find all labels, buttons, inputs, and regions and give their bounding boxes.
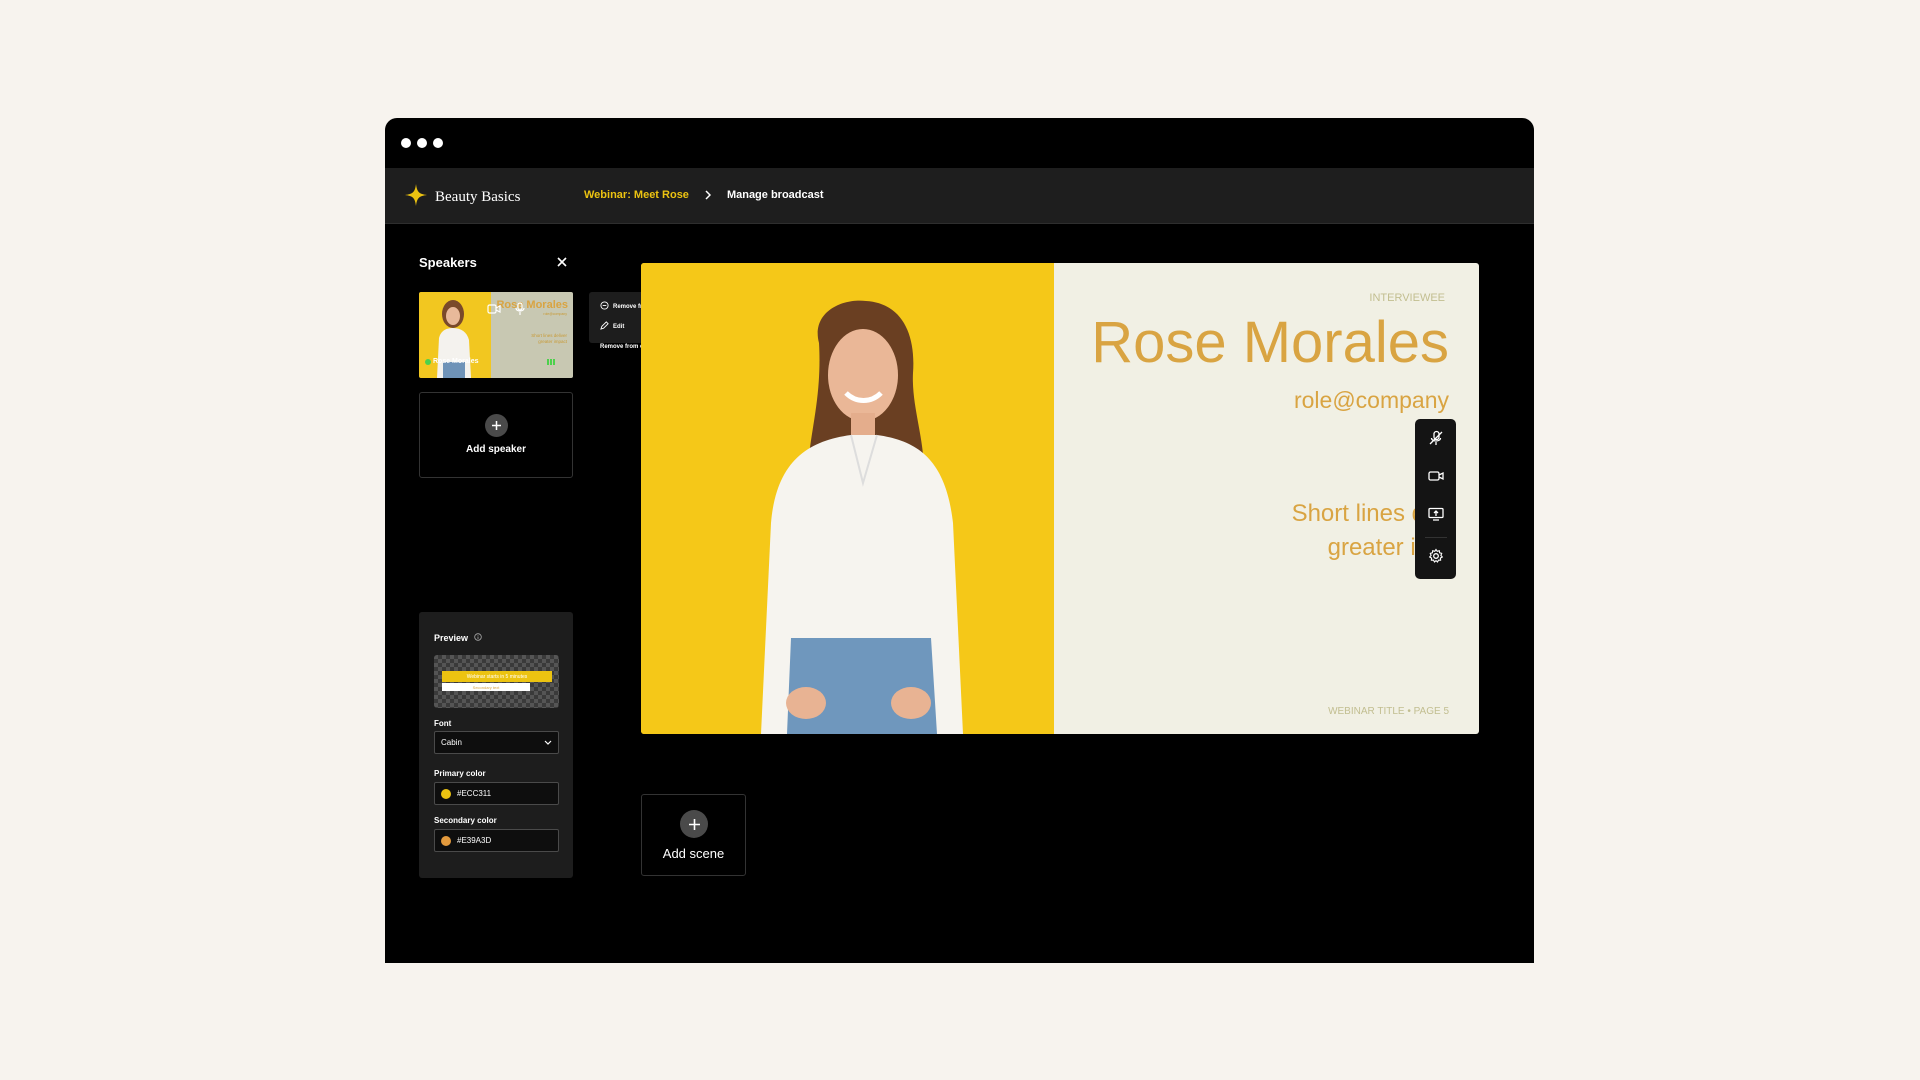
camera-icon[interactable] bbox=[487, 302, 501, 316]
secondary-color-label: Secondary color bbox=[434, 816, 497, 825]
primary-color-value: #ECC311 bbox=[457, 789, 492, 798]
toolbar-divider bbox=[1425, 537, 1447, 538]
window-control-dot[interactable] bbox=[417, 138, 427, 148]
preview-title: Preview bbox=[434, 633, 482, 643]
brand-logo-icon bbox=[405, 184, 427, 211]
font-select-value: Cabin bbox=[441, 738, 462, 747]
add-speaker-button[interactable]: Add speaker bbox=[419, 392, 573, 478]
speaker-photo bbox=[641, 263, 1054, 734]
scene-role: role@company bbox=[1293, 387, 1449, 413]
add-scene-button[interactable]: Add scene bbox=[641, 794, 746, 876]
audio-level-icon bbox=[547, 359, 555, 365]
pencil-icon bbox=[600, 321, 609, 332]
plus-icon bbox=[485, 414, 508, 437]
top-bar: Beauty Basics Webinar: Meet Rose Manage … bbox=[385, 168, 1534, 224]
brand[interactable]: Beauty Basics bbox=[405, 184, 520, 211]
speaker-thumbnail-card: Rose Morales role@company Short lines de… bbox=[491, 292, 573, 378]
preview-panel: Preview Webinar starts in 5 minutes Seco… bbox=[419, 612, 573, 878]
secondary-color-swatch[interactable] bbox=[441, 835, 451, 846]
preview-banner-primary: Webinar starts in 5 minutes bbox=[442, 671, 552, 682]
font-select[interactable]: Cabin bbox=[434, 731, 559, 754]
window-control-dot[interactable] bbox=[433, 138, 443, 148]
camera-icon[interactable] bbox=[1425, 465, 1447, 487]
scene-canvas[interactable]: INTERVIEWEE Rose Morales role@company Sh… bbox=[641, 263, 1479, 734]
add-scene-label: Add scene bbox=[662, 846, 725, 861]
speaker-thumbnail-photo bbox=[419, 292, 491, 378]
microphone-icon[interactable] bbox=[513, 302, 527, 316]
speaker-thumbnail-tagline: Short lines deliver greater impact bbox=[531, 333, 567, 344]
breadcrumb-current: Manage broadcast bbox=[726, 189, 824, 201]
speaker-status-dot bbox=[425, 359, 431, 365]
close-icon[interactable] bbox=[554, 254, 570, 270]
primary-color-label: Primary color bbox=[434, 769, 486, 778]
speaker-card[interactable]: Rose Morales role@company Short lines de… bbox=[419, 292, 573, 378]
primary-color-swatch[interactable] bbox=[441, 788, 451, 799]
app-window: Beauty Basics Webinar: Meet Rose Manage … bbox=[385, 118, 1534, 963]
speakers-panel-title: Speakers bbox=[419, 255, 477, 270]
mic-off-icon[interactable] bbox=[1425, 427, 1447, 449]
menu-item-label: Edit bbox=[613, 323, 625, 330]
speaker-name-label: Rose Morales bbox=[433, 358, 479, 365]
screen-share-icon[interactable] bbox=[1425, 503, 1447, 525]
scene-kicker: INTERVIEWEE bbox=[1369, 292, 1445, 304]
settings-icon[interactable] bbox=[1425, 545, 1447, 567]
preview-title-label: Preview bbox=[434, 633, 469, 643]
secondary-color-value: #E39A3D bbox=[457, 836, 492, 845]
secondary-color-field[interactable]: #E39A3D bbox=[434, 829, 559, 852]
scene-speaker-name: Rose Morales bbox=[1091, 310, 1449, 375]
preview-banner-secondary: Secondary text bbox=[442, 683, 530, 691]
chevron-down-icon bbox=[544, 740, 552, 745]
window-control-dot[interactable] bbox=[401, 138, 411, 148]
info-icon[interactable] bbox=[474, 633, 482, 643]
speaker-thumbnail-subtitle: role@company bbox=[543, 312, 567, 316]
title-bar bbox=[385, 118, 1534, 168]
scene-toolbar bbox=[1415, 419, 1456, 579]
plus-icon bbox=[680, 810, 708, 838]
font-label: Font bbox=[434, 719, 452, 728]
speaker-thumbnail-name: Rose Morales bbox=[496, 299, 568, 311]
chevron-right-icon bbox=[703, 189, 713, 201]
brand-name: Beauty Basics bbox=[435, 189, 521, 205]
breadcrumb: Webinar: Meet Rose Manage broadcast bbox=[584, 189, 824, 201]
remove-circle-icon bbox=[600, 301, 609, 312]
preview-canvas: Webinar starts in 5 minutes Secondary te… bbox=[434, 655, 559, 708]
scene-footer: WEBINAR TITLE • PAGE 5 bbox=[1328, 706, 1449, 717]
primary-color-field[interactable]: #ECC311 bbox=[434, 782, 559, 805]
breadcrumb-webinar-link[interactable]: Webinar: Meet Rose bbox=[584, 189, 689, 201]
add-speaker-label: Add speaker bbox=[465, 444, 527, 455]
